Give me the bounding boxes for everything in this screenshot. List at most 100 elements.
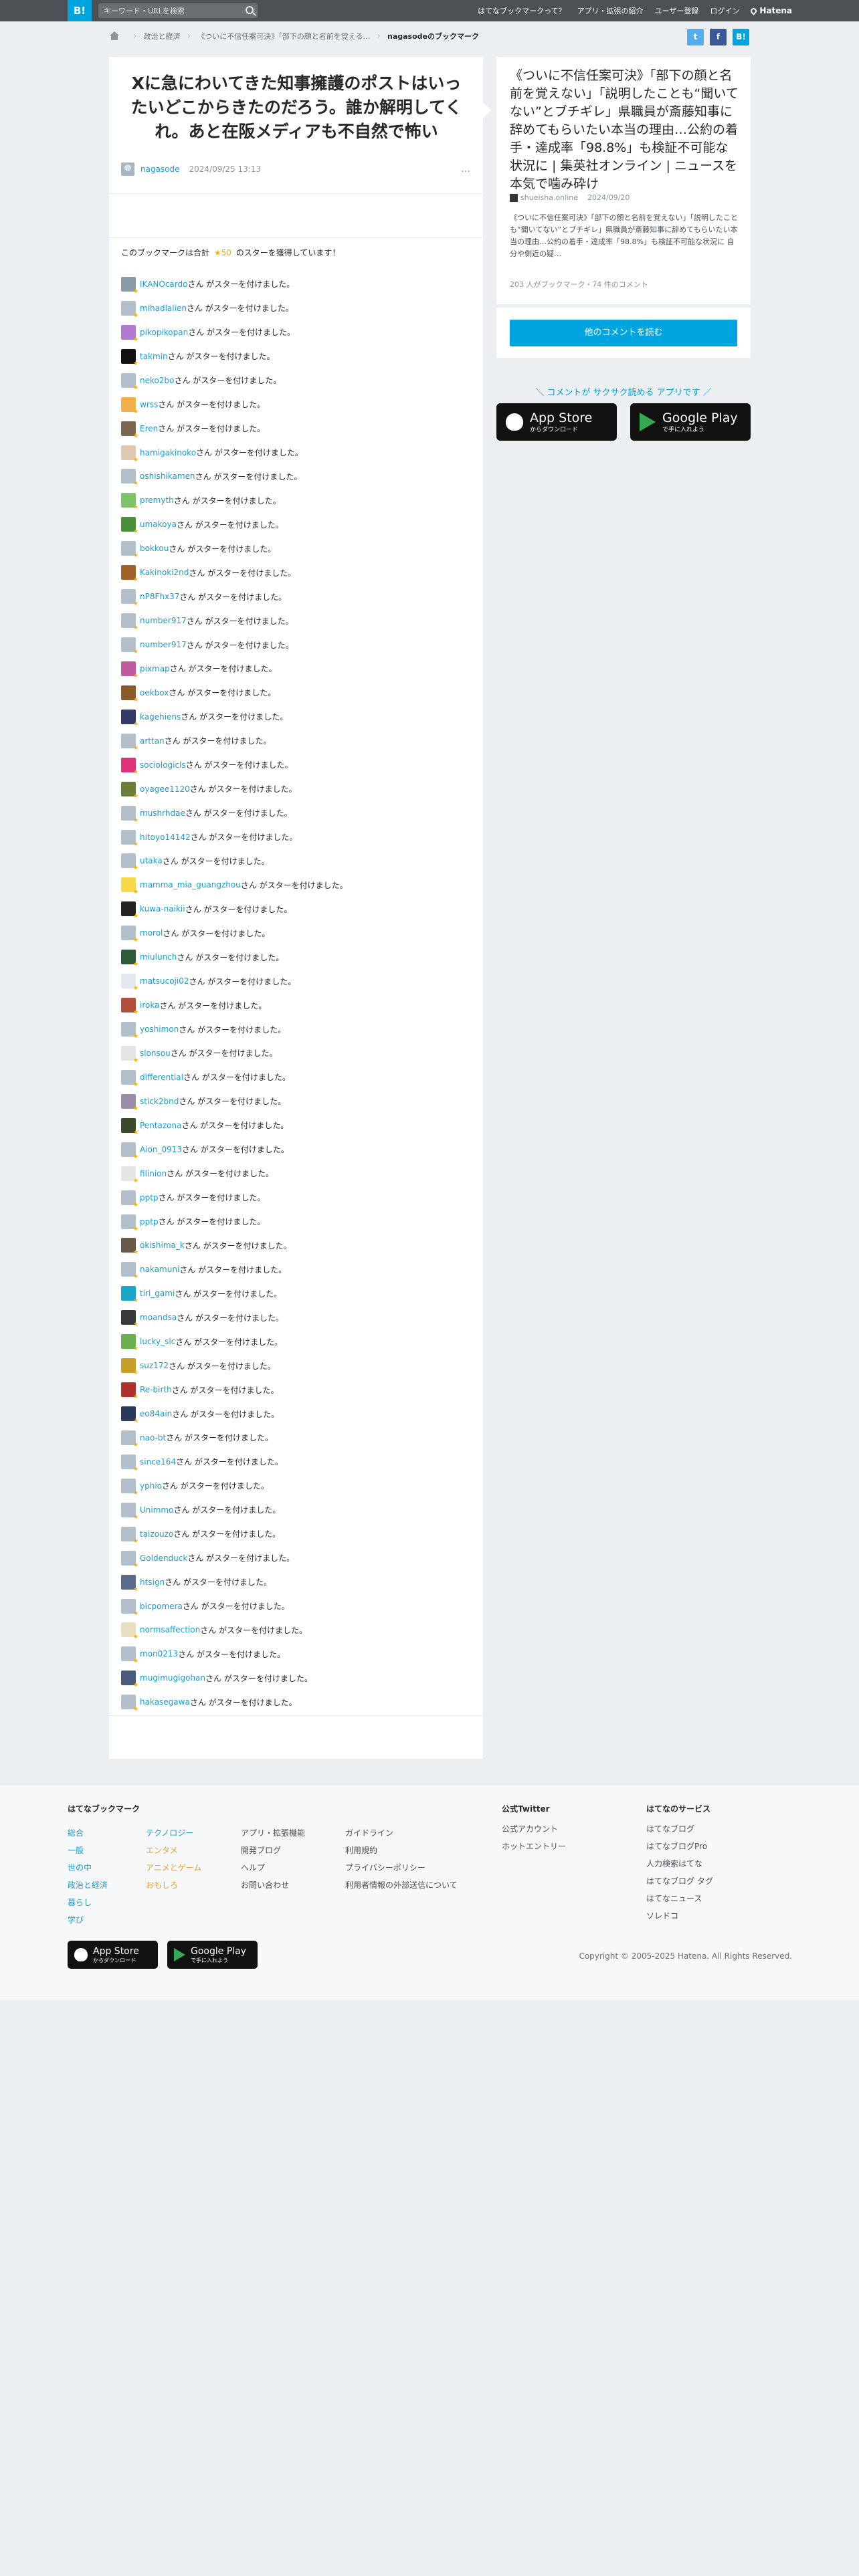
avatar[interactable]	[121, 1382, 138, 1400]
star-user-link[interactable]: matsucoji02	[140, 976, 189, 986]
footer-link[interactable]: アニメとゲーム	[146, 1859, 201, 1876]
star-user-link[interactable]: filinion	[140, 1169, 167, 1178]
avatar[interactable]	[121, 757, 138, 776]
footer-link[interactable]: 世の中	[68, 1859, 108, 1876]
avatar[interactable]	[121, 1045, 138, 1064]
avatar[interactable]	[121, 372, 138, 391]
entry-counts[interactable]: 203 人がブックマーク・74 件のコメント	[510, 279, 648, 290]
footer-link[interactable]: お問い合わせ	[241, 1876, 305, 1894]
avatar[interactable]	[121, 421, 138, 439]
star-user-link[interactable]: differential	[140, 1073, 183, 1082]
avatar[interactable]	[121, 1430, 138, 1448]
star-user-link[interactable]: Pentazona	[140, 1121, 181, 1130]
footer-link[interactable]: 利用者情報の外部送信について	[345, 1876, 458, 1894]
avatar[interactable]	[121, 163, 134, 176]
avatar[interactable]	[121, 829, 138, 848]
avatar[interactable]	[121, 1117, 138, 1136]
avatar[interactable]	[121, 1454, 138, 1473]
facebook-share-icon[interactable]: f	[710, 29, 727, 45]
star-user-link[interactable]: mamma_mia_guangzhou	[140, 880, 241, 889]
avatar[interactable]	[121, 661, 138, 679]
avatar[interactable]	[121, 901, 138, 920]
avatar[interactable]	[121, 1238, 138, 1256]
avatar[interactable]	[121, 1695, 138, 1713]
star-user-link[interactable]: moandsa	[140, 1313, 177, 1322]
search-icon[interactable]	[246, 6, 254, 14]
avatar[interactable]	[121, 733, 138, 752]
star-user-link[interactable]: Re-birth	[140, 1385, 172, 1394]
hatena-share-icon[interactable]: B!	[733, 29, 749, 45]
nav-about[interactable]: はてなブックマークって？	[478, 5, 565, 16]
footer-link[interactable]: アプリ・拡張機能	[241, 1824, 305, 1842]
avatar[interactable]	[121, 445, 138, 463]
search-box[interactable]	[98, 3, 258, 18]
avatar[interactable]	[121, 1069, 138, 1088]
avatar[interactable]	[121, 805, 138, 824]
avatar[interactable]	[121, 469, 138, 487]
avatar[interactable]	[121, 1262, 138, 1280]
more-comments-button[interactable]: 他のコメントを読む	[510, 320, 737, 346]
star-user-link[interactable]: arttan	[140, 736, 165, 746]
star-user-link[interactable]: eo84ain	[140, 1409, 172, 1418]
footer-link[interactable]: 公式アカウント	[502, 1820, 566, 1838]
footer-app-store-badge[interactable]: App Store からダウンロード	[68, 1941, 158, 1969]
star-user-link[interactable]: Kakinoki2nd	[140, 568, 189, 577]
footer-link[interactable]: ヘルプ	[241, 1859, 305, 1876]
avatar[interactable]	[121, 1022, 138, 1040]
star-user-link[interactable]: morol	[140, 928, 163, 938]
avatar[interactable]	[121, 1142, 138, 1160]
footer-link[interactable]: ガイドライン	[345, 1824, 458, 1842]
star-user-link[interactable]: nP8Fhx37	[140, 592, 179, 601]
avatar[interactable]	[121, 1671, 138, 1689]
star-user-link[interactable]: mugimugigohan	[140, 1673, 205, 1683]
star-user-link[interactable]: htsign	[140, 1578, 165, 1587]
avatar[interactable]	[121, 348, 138, 367]
star-user-link[interactable]: bicpomera	[140, 1602, 183, 1611]
search-input[interactable]	[98, 3, 239, 18]
avatar[interactable]	[121, 1310, 138, 1328]
footer-link[interactable]: 総合	[68, 1824, 108, 1842]
star-user-link[interactable]: kuwa-naikii	[140, 904, 185, 914]
avatar[interactable]	[121, 1598, 138, 1617]
star-user-link[interactable]: utaka	[140, 856, 163, 865]
star-user-link[interactable]: hamigakinoko	[140, 448, 196, 457]
nav-signup[interactable]: ユーザー登録	[655, 5, 699, 16]
hatena-brand[interactable]: Hatena	[749, 6, 792, 15]
app-store-badge[interactable]: App Store からダウンロード	[496, 403, 617, 441]
avatar[interactable]	[121, 1406, 138, 1424]
star-user-link[interactable]: yoshimon	[140, 1025, 179, 1034]
avatar[interactable]	[121, 589, 138, 607]
hatena-bookmark-logo[interactable]: B!	[68, 0, 92, 21]
star-user-link[interactable]: Unimmo	[140, 1505, 173, 1515]
footer-link[interactable]: 暮らし	[68, 1894, 108, 1911]
footer-link[interactable]: はてなブログ タグ	[646, 1872, 713, 1890]
entry-site-wrap[interactable]: shueisha.online	[510, 193, 578, 202]
star-user-link[interactable]: number917	[140, 640, 187, 649]
star-user-link[interactable]: Goldenduck	[140, 1553, 187, 1563]
avatar[interactable]	[121, 781, 138, 800]
google-play-badge[interactable]: Google Play で手に入れよう	[630, 403, 751, 441]
star-user-link[interactable]: bokkou	[140, 544, 169, 553]
avatar[interactable]	[121, 493, 138, 511]
star-user-link[interactable]: pikopikopan	[140, 328, 188, 337]
star-user-link[interactable]: slonsou	[140, 1049, 171, 1058]
avatar[interactable]	[121, 397, 138, 415]
avatar[interactable]	[121, 517, 138, 535]
breadcrumb-entry[interactable]: 《ついに不信任案可決》「部下の顔と名前を覚える…	[197, 31, 370, 41]
footer-link[interactable]: 一般	[68, 1842, 108, 1859]
avatar[interactable]	[121, 1622, 138, 1640]
star-user-link[interactable]: pptp	[140, 1193, 159, 1202]
avatar[interactable]	[121, 685, 138, 704]
footer-link[interactable]: ホットエントリー	[502, 1838, 566, 1855]
footer-link[interactable]: プライバシーポリシー	[345, 1859, 458, 1876]
footer-link[interactable]: ソレドコ	[646, 1907, 713, 1925]
twitter-share-icon[interactable]: t	[687, 29, 704, 45]
avatar[interactable]	[121, 276, 138, 295]
avatar[interactable]	[121, 1093, 138, 1112]
avatar[interactable]	[121, 1502, 138, 1521]
star-user-link[interactable]: sociologicls	[140, 760, 186, 770]
star-user-link[interactable]: miulunch	[140, 952, 177, 962]
star-user-link[interactable]: suz172	[140, 1361, 169, 1370]
avatar[interactable]	[121, 998, 138, 1016]
avatar[interactable]	[121, 1166, 138, 1184]
